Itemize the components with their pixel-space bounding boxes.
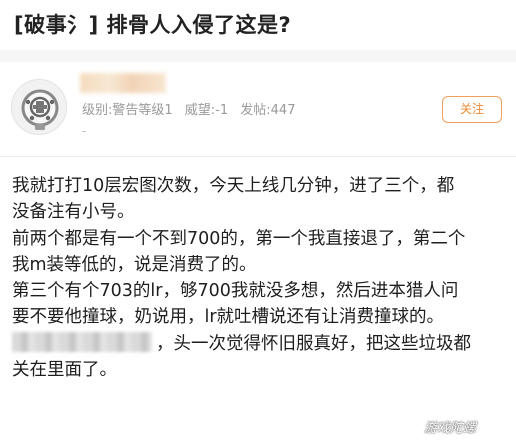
username-redacted [80, 73, 166, 93]
post-line: 没备注有小号。 [12, 202, 135, 223]
author-info: 级别:警告等级1 威望:-1 发帖:447 - 关注 [0, 62, 516, 156]
user-level: 级别:警告等级1 [82, 103, 173, 118]
post-line: 第三个有个703的lr，够700我就没多想，然后进本猎人问 [12, 281, 459, 302]
avatar[interactable] [11, 79, 67, 135]
user-meta-dash: - [82, 124, 87, 138]
user-post-count: 发帖:447 [240, 103, 296, 118]
post-line: 我就打打10层宏图次数，今天上线几分钟，进了三个，都 [12, 176, 455, 196]
content-divider [0, 156, 516, 157]
post-line-text: ，头一次觉得怀旧服真好，把这些垃圾都 [156, 333, 471, 354]
diving-helmet-icon [21, 89, 59, 130]
user-reputation: 威望:-1 [184, 103, 229, 118]
header-divider-band [0, 50, 516, 62]
post-line: 关在里面了。 [12, 360, 117, 381]
redacted-name [12, 331, 152, 352]
post-line: 要不要他撞球，奶说用，lr就吐槽说还有让消费撞球的。 [12, 307, 445, 328]
follow-button[interactable]: 关注 [442, 96, 502, 123]
post-line: 前两个都是有一个不到700的，第一个我直接退了，第二个 [12, 228, 466, 249]
user-stats: 级别:警告等级1 威望:-1 发帖:447 [82, 99, 303, 118]
watermark: 游戏陀螺 [424, 421, 477, 436]
page-title: [破事氵] 排骨人入侵了这是? [14, 13, 292, 37]
post-line: 我m装等低的，说是消费了的。 [12, 254, 257, 275]
post-content: 我就打打10层宏图次数，今天上线几分钟，进了三个，都 没备注有小号。 前两个都是… [12, 173, 508, 383]
post-line: ，头一次觉得怀旧服真好，把这些垃圾都 [12, 331, 508, 357]
